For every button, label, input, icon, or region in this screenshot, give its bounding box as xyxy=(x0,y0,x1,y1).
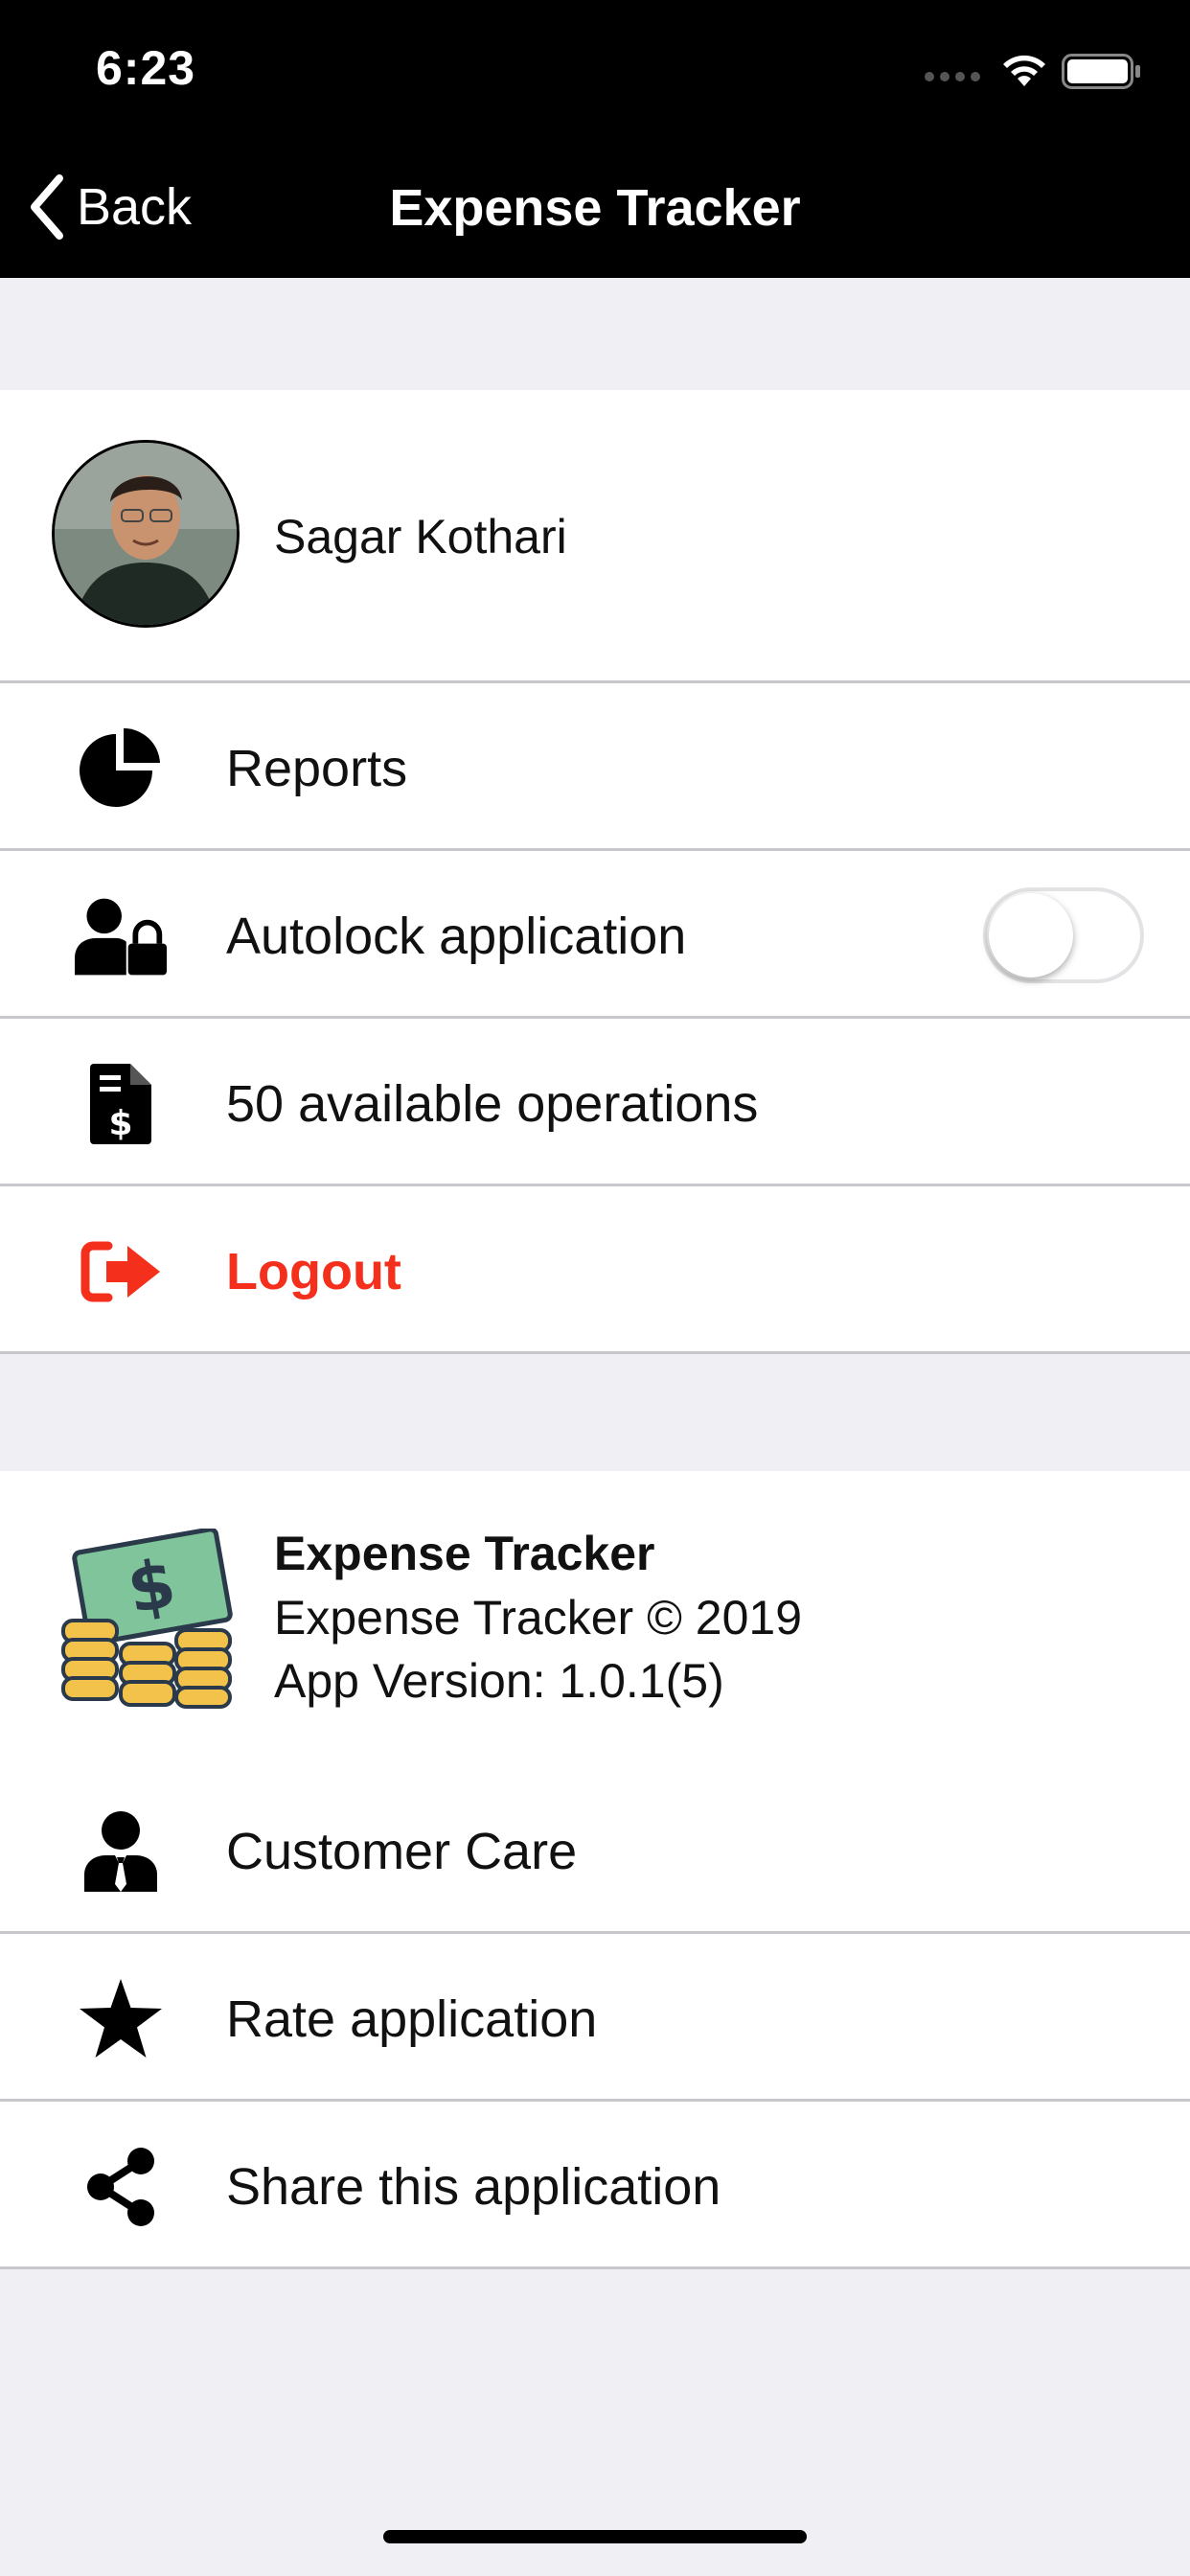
autolock-toggle[interactable] xyxy=(983,887,1144,983)
operations-row[interactable]: $ 50 available operations xyxy=(0,1019,1190,1186)
about-section: $ Expense Tracker Expense Tracker © 2019… xyxy=(0,1471,1190,1778)
status-icons xyxy=(922,52,1142,90)
operations-label: 50 available operations xyxy=(226,1075,759,1133)
autolock-label: Autolock application xyxy=(226,908,687,965)
reports-row[interactable]: Reports xyxy=(0,683,1190,851)
share-row[interactable]: Share this application xyxy=(0,2102,1190,2269)
user-tie-icon xyxy=(75,1810,167,1893)
navigation-bar: Back Expense Tracker xyxy=(0,134,1190,278)
money-coins-icon: $ xyxy=(57,1527,240,1711)
profile-row[interactable]: Sagar Kothari xyxy=(0,390,1190,682)
star-icon xyxy=(75,1978,167,2060)
logout-row[interactable]: Logout xyxy=(0,1186,1190,1354)
about-version: App Version: 1.0.1(5) xyxy=(274,1654,724,1708)
share-icon xyxy=(75,2146,167,2228)
battery-icon xyxy=(1062,54,1140,89)
about-copyright: Expense Tracker © 2019 xyxy=(274,1591,803,1644)
sign-out-icon xyxy=(75,1230,167,1313)
invoice-dollar-icon: $ xyxy=(75,1063,167,1145)
avatar-photo xyxy=(55,443,237,625)
share-label: Share this application xyxy=(226,2158,721,2216)
avatar xyxy=(52,440,240,628)
rate-row[interactable]: Rate application xyxy=(0,1934,1190,2102)
pie-chart-icon xyxy=(75,727,167,810)
status-time: 6:23 xyxy=(96,41,196,95)
user-lock-icon xyxy=(75,895,167,978)
about-app-name: Expense Tracker xyxy=(274,1527,655,1580)
rate-label: Rate application xyxy=(226,1990,598,2048)
toggle-knob xyxy=(989,893,1073,978)
customer-care-row[interactable]: Customer Care xyxy=(0,1766,1190,1934)
customer-care-label: Customer Care xyxy=(226,1823,578,1880)
status-bar: 6:23 xyxy=(0,0,1190,134)
svg-text:$: $ xyxy=(108,1104,132,1143)
logout-label: Logout xyxy=(226,1243,401,1300)
wifi-icon xyxy=(1003,55,1045,86)
autolock-row: Autolock application xyxy=(0,851,1190,1019)
reports-label: Reports xyxy=(226,740,408,797)
profile-name: Sagar Kothari xyxy=(274,510,567,564)
home-indicator xyxy=(383,2530,807,2543)
page-title: Expense Tracker xyxy=(389,179,801,237)
